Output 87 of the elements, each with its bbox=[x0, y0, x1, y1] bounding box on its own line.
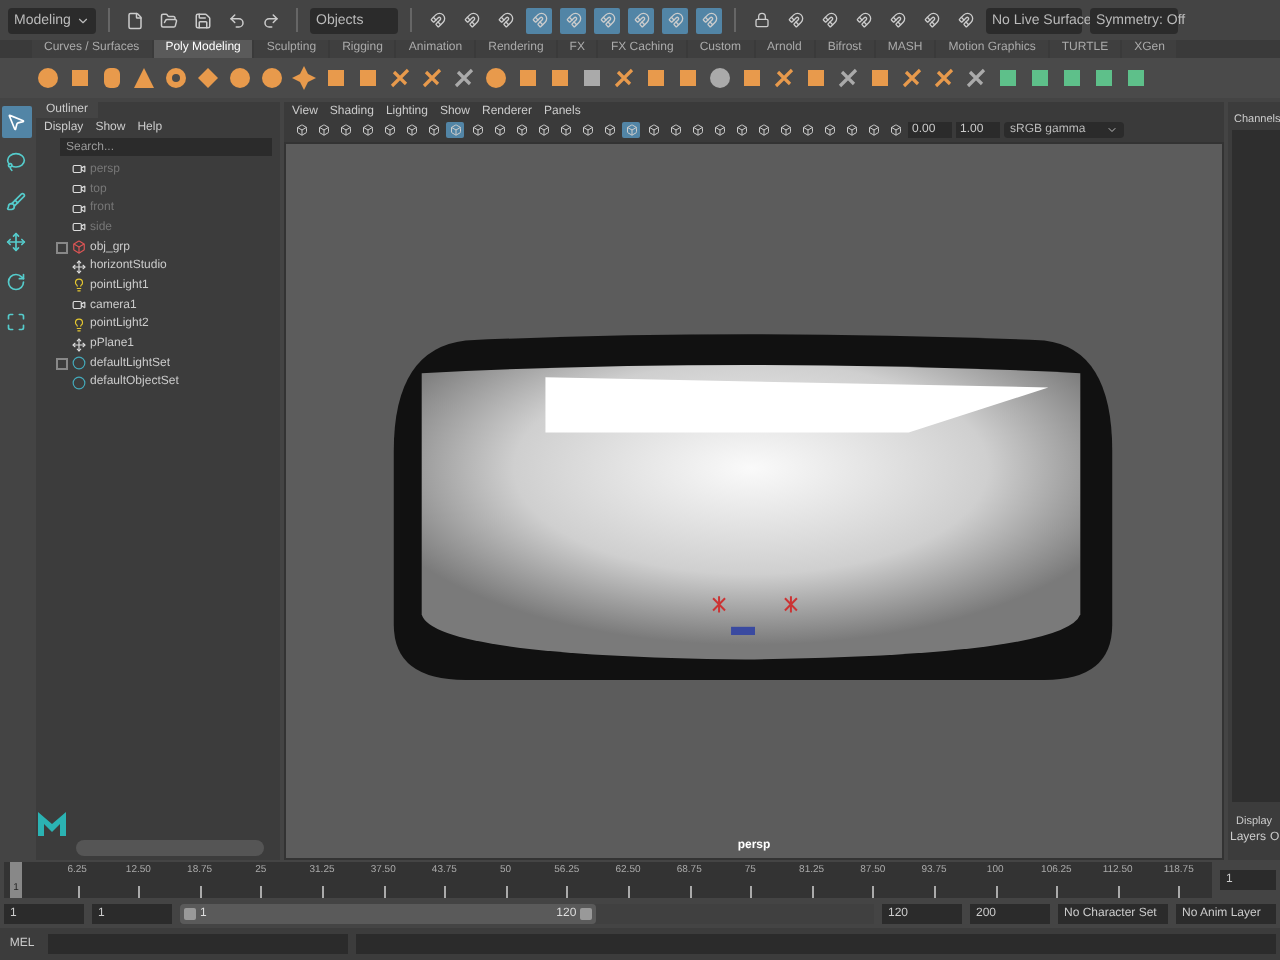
sphere-icon[interactable] bbox=[36, 66, 60, 90]
viewport-tool-icon[interactable] bbox=[644, 121, 662, 137]
cube-icon[interactable] bbox=[1060, 66, 1084, 90]
viewport-tool-icon[interactable] bbox=[402, 121, 420, 137]
viewport-tool-icon[interactable] bbox=[292, 121, 310, 137]
light-icon bbox=[72, 317, 86, 332]
viewport-tool-icon[interactable] bbox=[578, 121, 596, 137]
expand-toggle[interactable] bbox=[56, 241, 68, 254]
lasso-icon bbox=[6, 152, 26, 172]
viewport-tool-icon[interactable] bbox=[512, 121, 530, 137]
cube-icon[interactable] bbox=[1124, 66, 1148, 90]
scroll-bar[interactable] bbox=[76, 840, 264, 856]
viewport-tool-icon[interactable] bbox=[842, 121, 860, 137]
snap-icon[interactable] bbox=[696, 7, 722, 33]
viewport-tool-icon[interactable] bbox=[556, 121, 574, 137]
rotate-icon bbox=[6, 272, 26, 292]
cone-icon[interactable] bbox=[132, 66, 156, 90]
camera-icon bbox=[72, 182, 86, 197]
camera-icon bbox=[72, 201, 86, 216]
viewport-tool-icon[interactable] bbox=[314, 121, 332, 137]
expand-toggle[interactable] bbox=[56, 357, 68, 370]
snap-icon[interactable] bbox=[526, 7, 552, 33]
cube-icon[interactable] bbox=[580, 66, 604, 90]
viewport-tool-icon[interactable] bbox=[666, 121, 684, 137]
paint-icon bbox=[6, 192, 26, 212]
sphere-icon[interactable] bbox=[228, 66, 252, 90]
file-icon[interactable] bbox=[122, 7, 148, 33]
viewport-tool-icon[interactable] bbox=[732, 121, 750, 137]
cube-icon[interactable] bbox=[356, 66, 380, 90]
caret-icon bbox=[1106, 123, 1118, 135]
snap-icon[interactable] bbox=[594, 7, 620, 33]
cylinder-icon[interactable] bbox=[100, 66, 124, 90]
diamond-icon[interactable] bbox=[196, 66, 220, 90]
cube-icon[interactable] bbox=[996, 66, 1020, 90]
viewport-tool-icon[interactable] bbox=[380, 121, 398, 137]
select-tool[interactable] bbox=[1, 106, 31, 138]
viewport-tool-icon[interactable] bbox=[776, 121, 794, 137]
viewport-tool-icon[interactable] bbox=[336, 121, 354, 137]
group-icon bbox=[72, 240, 86, 255]
transform-icon bbox=[72, 259, 86, 274]
viewport-tool-icon[interactable] bbox=[622, 121, 640, 137]
logo-icon bbox=[38, 812, 66, 836]
move-icon bbox=[6, 232, 26, 252]
torus-icon[interactable] bbox=[164, 66, 188, 90]
caret-icon bbox=[76, 13, 90, 27]
light-icon bbox=[72, 278, 86, 293]
viewport-tool-icon[interactable] bbox=[534, 121, 552, 137]
cube-icon[interactable] bbox=[676, 66, 700, 90]
viewport-tool-icon[interactable] bbox=[446, 121, 464, 137]
viewport-tool-icon[interactable] bbox=[798, 121, 816, 137]
viewport-tool-icon[interactable] bbox=[424, 121, 442, 137]
viewport-tool-icon[interactable] bbox=[468, 121, 486, 137]
cube-icon[interactable] bbox=[324, 66, 348, 90]
cube-icon[interactable] bbox=[68, 66, 92, 90]
viewport-tool-icon[interactable] bbox=[820, 121, 838, 137]
cube-icon[interactable] bbox=[516, 66, 540, 90]
viewport-tool-icon[interactable] bbox=[490, 121, 508, 137]
viewport-tool-icon[interactable] bbox=[754, 121, 772, 137]
cube-icon[interactable] bbox=[1092, 66, 1116, 90]
snap-icon[interactable] bbox=[628, 7, 654, 33]
light-marker-icon bbox=[712, 595, 727, 614]
scale-icon bbox=[6, 312, 26, 332]
snap-icon[interactable] bbox=[560, 7, 586, 33]
transform-icon bbox=[72, 337, 86, 352]
cube-icon[interactable] bbox=[548, 66, 572, 90]
camera-icon bbox=[72, 162, 86, 177]
sphere-icon[interactable] bbox=[260, 66, 284, 90]
camera-icon bbox=[72, 220, 86, 235]
locator-icon bbox=[731, 626, 755, 635]
cube-icon[interactable] bbox=[644, 66, 668, 90]
cube-icon[interactable] bbox=[1028, 66, 1052, 90]
viewport-tool-icon[interactable] bbox=[710, 121, 728, 137]
sphere-icon[interactable] bbox=[708, 66, 732, 90]
select-icon bbox=[6, 112, 26, 132]
camera-icon bbox=[72, 298, 86, 313]
cube-icon[interactable] bbox=[868, 66, 892, 90]
light-marker-icon bbox=[783, 595, 798, 614]
viewport-tool-icon[interactable] bbox=[864, 121, 882, 137]
viewport-tool-icon[interactable] bbox=[358, 121, 376, 137]
snap-icon[interactable] bbox=[662, 7, 688, 33]
viewport-tool-icon[interactable] bbox=[886, 121, 904, 137]
viewport-tool-icon[interactable] bbox=[688, 121, 706, 137]
star-icon[interactable] bbox=[292, 66, 316, 90]
cube-icon[interactable] bbox=[740, 66, 764, 90]
sphere-icon[interactable] bbox=[484, 66, 508, 90]
cube-icon[interactable] bbox=[804, 66, 828, 90]
viewport-tool-icon[interactable] bbox=[600, 121, 618, 137]
